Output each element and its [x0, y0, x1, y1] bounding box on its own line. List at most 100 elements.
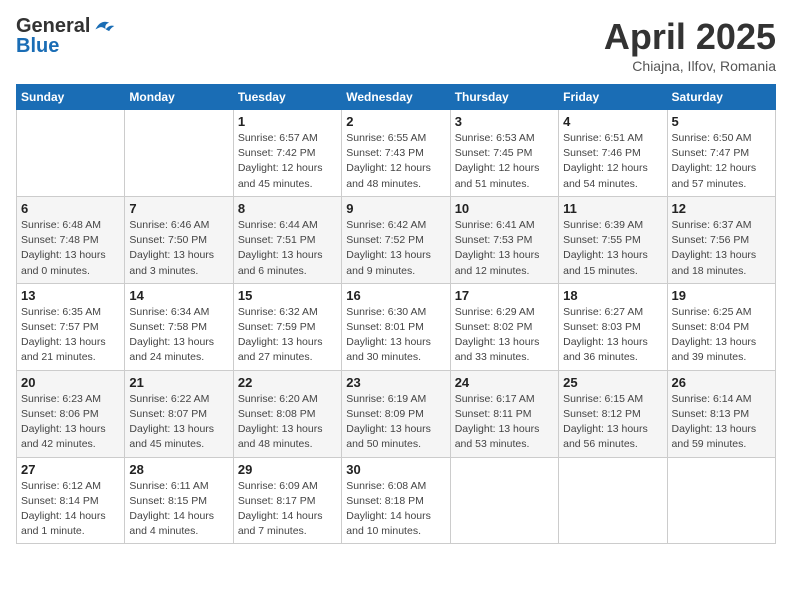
calendar-cell: 13 Sunrise: 6:35 AM Sunset: 7:57 PM Dayli…	[17, 283, 125, 370]
day-detail: Sunrise: 6:35 AM Sunset: 7:57 PM Dayligh…	[21, 305, 120, 366]
day-detail: Sunrise: 6:57 AM Sunset: 7:42 PM Dayligh…	[238, 131, 337, 192]
weekday-header: Monday	[125, 85, 233, 110]
day-detail: Sunrise: 6:09 AM Sunset: 8:17 PM Dayligh…	[238, 479, 337, 540]
calendar-cell: 18 Sunrise: 6:27 AM Sunset: 8:03 PM Dayli…	[559, 283, 667, 370]
weekday-header: Wednesday	[342, 85, 450, 110]
weekday-header: Tuesday	[233, 85, 341, 110]
day-number: 23	[346, 375, 445, 390]
logo-bird-icon	[92, 17, 116, 35]
calendar-cell	[125, 110, 233, 197]
day-detail: Sunrise: 6:11 AM Sunset: 8:15 PM Dayligh…	[129, 479, 228, 540]
calendar-header-row: SundayMondayTuesdayWednesdayThursdayFrid…	[17, 85, 776, 110]
calendar-cell: 28 Sunrise: 6:11 AM Sunset: 8:15 PM Dayli…	[125, 457, 233, 544]
weekday-header: Saturday	[667, 85, 775, 110]
day-detail: Sunrise: 6:30 AM Sunset: 8:01 PM Dayligh…	[346, 305, 445, 366]
day-number: 3	[455, 114, 554, 129]
day-detail: Sunrise: 6:23 AM Sunset: 8:06 PM Dayligh…	[21, 392, 120, 453]
day-number: 30	[346, 462, 445, 477]
day-detail: Sunrise: 6:19 AM Sunset: 8:09 PM Dayligh…	[346, 392, 445, 453]
day-detail: Sunrise: 6:22 AM Sunset: 8:07 PM Dayligh…	[129, 392, 228, 453]
day-detail: Sunrise: 6:12 AM Sunset: 8:14 PM Dayligh…	[21, 479, 120, 540]
day-number: 20	[21, 375, 120, 390]
day-number: 27	[21, 462, 120, 477]
calendar-cell: 21 Sunrise: 6:22 AM Sunset: 8:07 PM Dayli…	[125, 370, 233, 457]
calendar-cell: 6Sunrise: 6:48 AM Sunset: 7:48 PM Daylig…	[17, 196, 125, 283]
day-number: 10	[455, 201, 554, 216]
day-number: 15	[238, 288, 337, 303]
day-detail: Sunrise: 6:42 AM Sunset: 7:52 PM Dayligh…	[346, 218, 445, 279]
day-detail: Sunrise: 6:25 AM Sunset: 8:04 PM Dayligh…	[672, 305, 771, 366]
calendar-cell: 10Sunrise: 6:41 AM Sunset: 7:53 PM Dayli…	[450, 196, 558, 283]
calendar-cell: 26Sunrise: 6:14 AM Sunset: 8:13 PM Dayli…	[667, 370, 775, 457]
day-detail: Sunrise: 6:48 AM Sunset: 7:48 PM Dayligh…	[21, 218, 120, 279]
calendar-cell: 19 Sunrise: 6:25 AM Sunset: 8:04 PM Dayli…	[667, 283, 775, 370]
day-number: 14	[129, 288, 228, 303]
day-number: 16	[346, 288, 445, 303]
calendar-cell: 11Sunrise: 6:39 AM Sunset: 7:55 PM Dayli…	[559, 196, 667, 283]
day-detail: Sunrise: 6:44 AM Sunset: 7:51 PM Dayligh…	[238, 218, 337, 279]
title-area: April 2025 Chiajna, Ilfov, Romania	[604, 16, 776, 74]
calendar-cell: 3 Sunrise: 6:53 AM Sunset: 7:45 PM Daylig…	[450, 110, 558, 197]
calendar-week-row: 1 Sunrise: 6:57 AM Sunset: 7:42 PM Daylig…	[17, 110, 776, 197]
calendar-week-row: 6Sunrise: 6:48 AM Sunset: 7:48 PM Daylig…	[17, 196, 776, 283]
calendar-cell: 17 Sunrise: 6:29 AM Sunset: 8:02 PM Dayli…	[450, 283, 558, 370]
calendar-cell	[667, 457, 775, 544]
logo-blue-text: Blue	[16, 36, 59, 56]
calendar-table: SundayMondayTuesdayWednesdayThursdayFrid…	[16, 84, 776, 544]
calendar-cell: 16 Sunrise: 6:30 AM Sunset: 8:01 PM Dayli…	[342, 283, 450, 370]
day-detail: Sunrise: 6:53 AM Sunset: 7:45 PM Dayligh…	[455, 131, 554, 192]
calendar-cell: 24Sunrise: 6:17 AM Sunset: 8:11 PM Dayli…	[450, 370, 558, 457]
day-number: 11	[563, 201, 662, 216]
calendar-cell: 22 Sunrise: 6:20 AM Sunset: 8:08 PM Dayli…	[233, 370, 341, 457]
day-number: 4	[563, 114, 662, 129]
calendar-cell: 2 Sunrise: 6:55 AM Sunset: 7:43 PM Daylig…	[342, 110, 450, 197]
calendar-cell: 5 Sunrise: 6:50 AM Sunset: 7:47 PM Daylig…	[667, 110, 775, 197]
calendar-cell	[17, 110, 125, 197]
day-detail: Sunrise: 6:15 AM Sunset: 8:12 PM Dayligh…	[563, 392, 662, 453]
day-detail: Sunrise: 6:51 AM Sunset: 7:46 PM Dayligh…	[563, 131, 662, 192]
calendar-cell: 25 Sunrise: 6:15 AM Sunset: 8:12 PM Dayli…	[559, 370, 667, 457]
calendar-week-row: 20 Sunrise: 6:23 AM Sunset: 8:06 PM Dayli…	[17, 370, 776, 457]
day-number: 24	[455, 375, 554, 390]
location-subtitle: Chiajna, Ilfov, Romania	[604, 58, 776, 74]
day-detail: Sunrise: 6:20 AM Sunset: 8:08 PM Dayligh…	[238, 392, 337, 453]
day-detail: Sunrise: 6:27 AM Sunset: 8:03 PM Dayligh…	[563, 305, 662, 366]
calendar-cell: 7 Sunrise: 6:46 AM Sunset: 7:50 PM Daylig…	[125, 196, 233, 283]
day-detail: Sunrise: 6:46 AM Sunset: 7:50 PM Dayligh…	[129, 218, 228, 279]
day-detail: Sunrise: 6:14 AM Sunset: 8:13 PM Dayligh…	[672, 392, 771, 453]
day-number: 2	[346, 114, 445, 129]
day-detail: Sunrise: 6:34 AM Sunset: 7:58 PM Dayligh…	[129, 305, 228, 366]
calendar-week-row: 27 Sunrise: 6:12 AM Sunset: 8:14 PM Dayli…	[17, 457, 776, 544]
calendar-cell: 29 Sunrise: 6:09 AM Sunset: 8:17 PM Dayli…	[233, 457, 341, 544]
calendar-cell	[559, 457, 667, 544]
logo: General Blue	[16, 16, 116, 56]
day-number: 13	[21, 288, 120, 303]
day-number: 1	[238, 114, 337, 129]
page-header: General Blue April 2025 Chiajna, Ilfov, …	[16, 16, 776, 74]
day-detail: Sunrise: 6:55 AM Sunset: 7:43 PM Dayligh…	[346, 131, 445, 192]
calendar-cell: 4 Sunrise: 6:51 AM Sunset: 7:46 PM Daylig…	[559, 110, 667, 197]
day-number: 9	[346, 201, 445, 216]
day-number: 28	[129, 462, 228, 477]
weekday-header: Sunday	[17, 85, 125, 110]
day-number: 18	[563, 288, 662, 303]
day-detail: Sunrise: 6:50 AM Sunset: 7:47 PM Dayligh…	[672, 131, 771, 192]
day-detail: Sunrise: 6:32 AM Sunset: 7:59 PM Dayligh…	[238, 305, 337, 366]
day-number: 5	[672, 114, 771, 129]
day-detail: Sunrise: 6:29 AM Sunset: 8:02 PM Dayligh…	[455, 305, 554, 366]
day-number: 19	[672, 288, 771, 303]
day-number: 25	[563, 375, 662, 390]
day-number: 21	[129, 375, 228, 390]
calendar-cell: 15 Sunrise: 6:32 AM Sunset: 7:59 PM Dayli…	[233, 283, 341, 370]
day-number: 8	[238, 201, 337, 216]
day-number: 29	[238, 462, 337, 477]
day-number: 17	[455, 288, 554, 303]
calendar-cell: 12Sunrise: 6:37 AM Sunset: 7:56 PM Dayli…	[667, 196, 775, 283]
calendar-cell: 23 Sunrise: 6:19 AM Sunset: 8:09 PM Dayli…	[342, 370, 450, 457]
day-number: 7	[129, 201, 228, 216]
day-detail: Sunrise: 6:08 AM Sunset: 8:18 PM Dayligh…	[346, 479, 445, 540]
calendar-cell: 30 Sunrise: 6:08 AM Sunset: 8:18 PM Dayli…	[342, 457, 450, 544]
day-number: 22	[238, 375, 337, 390]
calendar-cell	[450, 457, 558, 544]
day-number: 12	[672, 201, 771, 216]
